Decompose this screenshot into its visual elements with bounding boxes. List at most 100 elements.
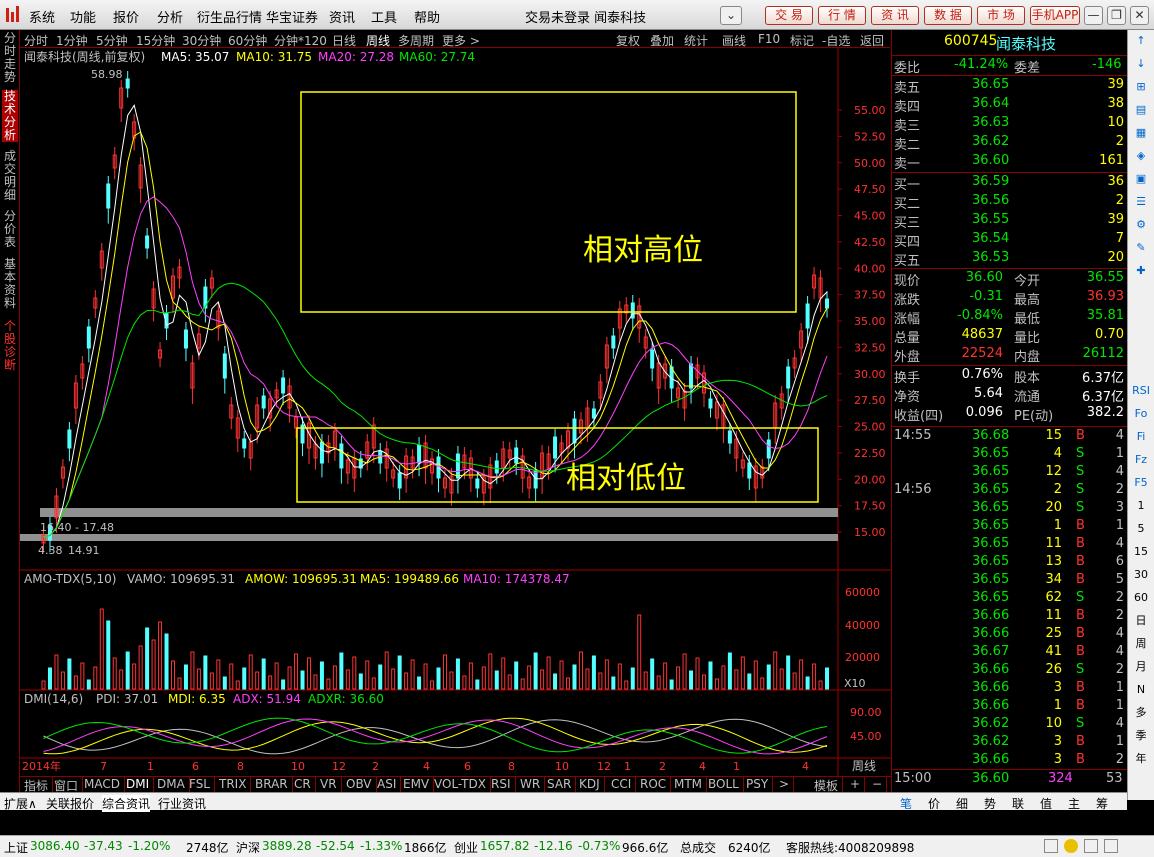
tool-icon[interactable]: ↓	[1132, 55, 1150, 73]
tool-shortcut[interactable]: Fz	[1132, 451, 1150, 469]
dropdown-button[interactable]: ⌄	[720, 6, 742, 25]
tool-shortcut[interactable]: 60	[1132, 589, 1150, 607]
quote-tab[interactable]: 势	[984, 795, 996, 812]
tab-roc[interactable]: ROC	[636, 777, 672, 792]
tab-more[interactable]: >	[775, 777, 795, 792]
period-120min[interactable]: 分钟*120	[274, 32, 327, 49]
menu-broker[interactable]: 华宝证券	[266, 7, 318, 26]
quote-tab[interactable]: 主	[1068, 795, 1080, 812]
tool-icon[interactable]: ◈	[1132, 147, 1150, 165]
tool-shortcut[interactable]: 1	[1132, 497, 1150, 515]
tab-trades[interactable]: 成交明细	[2, 150, 18, 202]
order-level[interactable]: 卖二 36.62 2	[892, 133, 1128, 153]
adjust-button[interactable]: 复权	[616, 32, 640, 49]
tool-icon[interactable]: ▦	[1132, 124, 1150, 142]
tab-macd[interactable]: MACD	[80, 777, 125, 792]
period-daily[interactable]: 日线	[332, 32, 356, 49]
tool-shortcut[interactable]: F5	[1132, 474, 1150, 492]
tab-dmi[interactable]: DMI	[122, 777, 155, 792]
tab-vol-tdx[interactable]: VOL-TDX	[430, 777, 491, 792]
tab-emv[interactable]: EMV	[399, 777, 435, 792]
menu-function[interactable]: 功能	[70, 7, 96, 26]
status-icon-2[interactable]	[1064, 839, 1078, 853]
draw-button[interactable]: 画线	[722, 32, 746, 49]
order-level[interactable]: 卖四 36.64 38	[892, 95, 1128, 115]
period-multi[interactable]: 多周期	[398, 32, 434, 49]
order-level[interactable]: 卖一 36.60 161	[892, 152, 1128, 172]
menu-quote[interactable]: 报价	[113, 7, 139, 26]
high-zone-box[interactable]	[300, 91, 797, 313]
order-level[interactable]: 买一 36.59 36	[892, 173, 1128, 193]
close-button[interactable]: ✕	[1130, 6, 1149, 25]
menu-news[interactable]: 资讯	[329, 7, 355, 26]
tab-add[interactable]: +	[846, 777, 866, 792]
quote-tab[interactable]: 值	[1040, 795, 1052, 812]
tab-mtm[interactable]: MTM	[670, 777, 708, 792]
tool-shortcut[interactable]: 日	[1132, 612, 1150, 630]
tab-diagnosis[interactable]: 个股诊断	[2, 320, 18, 372]
overlay-button[interactable]: 叠加	[650, 32, 674, 49]
tab-asi[interactable]: ASI	[373, 777, 402, 792]
period-intraday[interactable]: 分时	[24, 32, 48, 49]
order-level[interactable]: 卖三 36.63 10	[892, 114, 1128, 134]
tab-boll[interactable]: BOLL	[704, 777, 744, 792]
mobile-app-button[interactable]: 手机APP	[1030, 6, 1080, 25]
tool-shortcut[interactable]: RSI	[1132, 382, 1150, 400]
tool-shortcut[interactable]: 5	[1132, 520, 1150, 538]
market-button[interactable]: 市 场	[977, 6, 1025, 25]
tab-vr[interactable]: VR	[316, 777, 342, 792]
menu-help[interactable]: 帮助	[414, 7, 440, 26]
order-level[interactable]: 买二 36.56 2	[892, 192, 1128, 212]
tab-related-quote[interactable]: 关联报价	[46, 795, 94, 812]
quote-tab[interactable]: 价	[928, 795, 940, 812]
tab-cr[interactable]: CR	[290, 777, 316, 792]
tool-icon[interactable]: ✎	[1132, 239, 1150, 257]
f10-button[interactable]: F10	[758, 32, 780, 46]
quote-tab[interactable]: 筹	[1096, 795, 1108, 812]
menu-derivatives[interactable]: 衍生品行情	[197, 7, 262, 26]
tick-list[interactable]: 14:55 36.68 15 B 4 36.65 4 S 1 36.65 12 S 4 14:56 36.6…	[892, 426, 1128, 767]
status-icon-4[interactable]	[1104, 839, 1118, 853]
period-5min[interactable]: 5分钟	[96, 32, 128, 49]
order-level[interactable]: 买四 36.54 7	[892, 230, 1128, 250]
tool-shortcut[interactable]: 多	[1132, 704, 1150, 722]
tab-intraday[interactable]: 分时走势	[2, 32, 18, 84]
trade-button[interactable]: 交 易	[765, 6, 813, 25]
order-level[interactable]: 卖五 36.65 39	[892, 76, 1128, 96]
tool-icon[interactable]: ▤	[1132, 101, 1150, 119]
tab-wr[interactable]: WR	[516, 777, 546, 792]
period-15min[interactable]: 15分钟	[136, 32, 175, 49]
tab-brar[interactable]: BRAR	[251, 777, 293, 792]
tool-shortcut[interactable]: 年	[1132, 750, 1150, 768]
tool-shortcut[interactable]: Fi	[1132, 428, 1150, 446]
restore-button[interactable]: ❐	[1107, 6, 1126, 25]
tool-shortcut[interactable]: 月	[1132, 658, 1150, 676]
tab-technical[interactable]: 技术分析	[2, 90, 18, 142]
tool-icon[interactable]: ☰	[1132, 193, 1150, 211]
tool-icon[interactable]: ↑	[1132, 32, 1150, 50]
minimize-button[interactable]: —	[1084, 6, 1103, 25]
kline-chart[interactable]: 相对高位 相对低位 闻泰科技(周线,前复权) MA5: 35.07 MA10: …	[20, 48, 891, 776]
tool-shortcut[interactable]: Fo	[1132, 405, 1150, 423]
tool-shortcut[interactable]: 15	[1132, 543, 1150, 561]
tab-obv[interactable]: OBV	[342, 777, 377, 792]
tab-rsi[interactable]: RSI	[487, 777, 516, 792]
tab-trix[interactable]: TRIX	[215, 777, 252, 792]
info-button[interactable]: 资 讯	[871, 6, 919, 25]
period-30min[interactable]: 30分钟	[182, 32, 221, 49]
period-more[interactable]: 更多 >	[442, 32, 480, 49]
tab-template[interactable]: 模板	[810, 777, 844, 793]
tab-comprehensive-news[interactable]: 综合资讯	[102, 795, 151, 812]
quote-tab[interactable]: 联	[1012, 795, 1024, 812]
tool-shortcut[interactable]: N	[1132, 681, 1150, 699]
period-60min[interactable]: 60分钟	[228, 32, 267, 49]
tab-sar[interactable]: SAR	[543, 777, 577, 792]
mark-button[interactable]: 标记	[790, 32, 814, 49]
data-button[interactable]: 数 据	[924, 6, 972, 25]
menu-tools[interactable]: 工具	[371, 7, 397, 26]
tool-shortcut[interactable]: 季	[1132, 727, 1150, 745]
order-level[interactable]: 买三 36.55 39	[892, 211, 1128, 231]
tab-psy[interactable]: PSY	[742, 777, 774, 792]
tab-window[interactable]: 窗口	[50, 777, 84, 793]
tool-icon[interactable]: ⊞	[1132, 78, 1150, 96]
